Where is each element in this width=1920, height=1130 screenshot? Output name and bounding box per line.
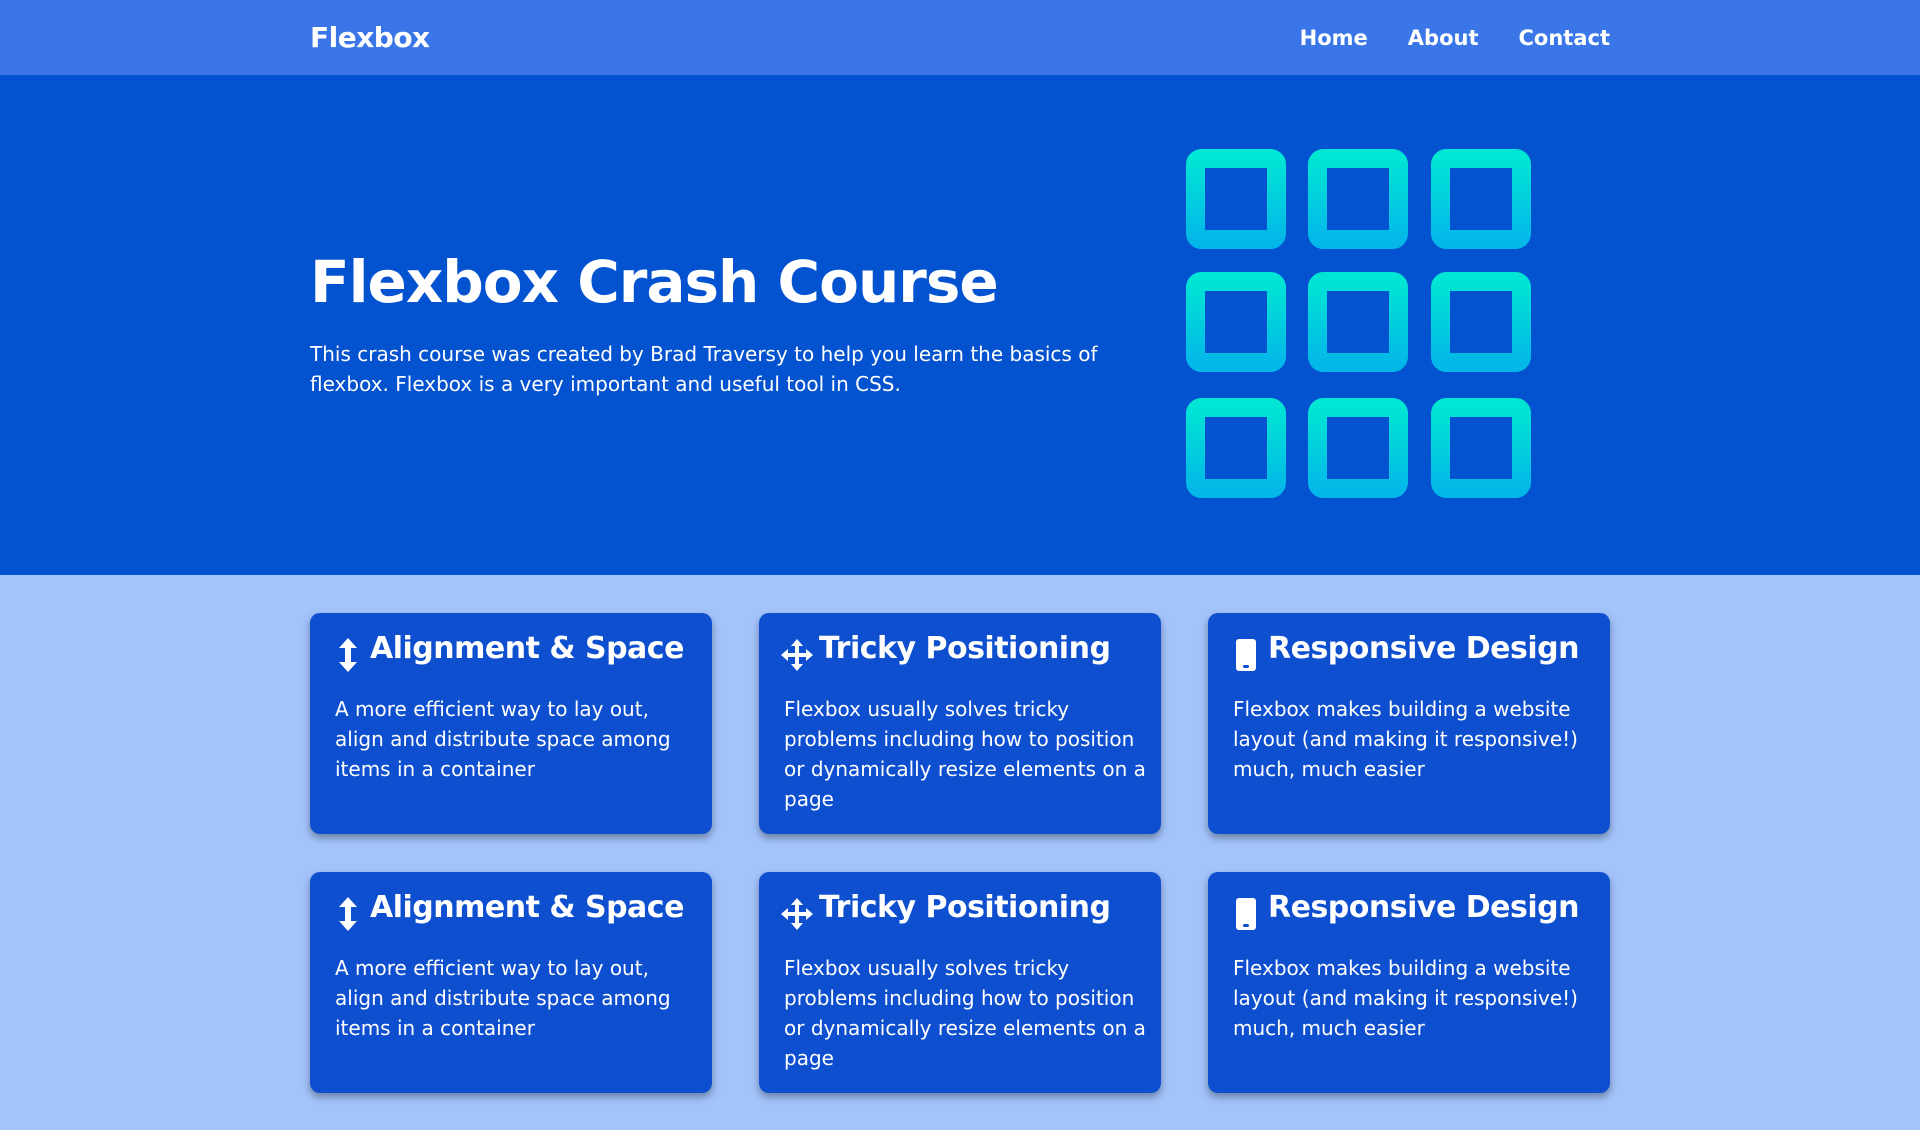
hero-title: Flexbox Crash Course [310, 248, 999, 316]
nav-link-home[interactable]: Home [1300, 26, 1368, 50]
card-responsive-design: Responsive Design Flexbox makes building… [1208, 872, 1610, 1093]
card-title: Responsive Design [1268, 631, 1579, 666]
navbar: Flexbox Home About Contact [0, 0, 1920, 75]
arrows-vertical-icon [332, 896, 364, 932]
card-tricky-positioning: Tricky Positioning Flexbox usually solve… [759, 872, 1161, 1093]
card-text: A more efficient way to lay out, align a… [335, 697, 671, 781]
brand-logo[interactable]: Flexbox [310, 0, 430, 75]
card-text: Flexbox makes building a website layout … [1233, 956, 1578, 1040]
card-tricky-positioning: Tricky Positioning Flexbox usually solve… [759, 613, 1161, 834]
arrows-move-icon [781, 896, 813, 932]
card-title: Tricky Positioning [819, 890, 1111, 925]
nav-link-about[interactable]: About [1408, 26, 1479, 50]
grid-illustration-icon [1186, 149, 1531, 498]
card-text: Flexbox usually solves tricky problems i… [784, 956, 1146, 1070]
card-text: Flexbox makes building a website layout … [1233, 697, 1578, 781]
mobile-phone-icon [1230, 896, 1262, 932]
card-title: Alignment & Space [370, 631, 684, 666]
card-text: Flexbox usually solves tricky problems i… [784, 697, 1146, 811]
nav-link-contact[interactable]: Contact [1519, 26, 1611, 50]
hero-section: Flexbox Crash Course This crash course w… [0, 75, 1920, 575]
card-title: Responsive Design [1268, 890, 1579, 925]
arrows-move-icon [781, 637, 813, 673]
card-title: Tricky Positioning [819, 631, 1111, 666]
mobile-phone-icon [1230, 637, 1262, 673]
arrows-vertical-icon [332, 637, 364, 673]
nav-links: Home About Contact [1300, 0, 1610, 75]
card-title: Alignment & Space [370, 890, 684, 925]
card-alignment-space: Alignment & Space A more efficient way t… [310, 613, 712, 834]
hero-description: This crash course was created by Brad Tr… [310, 342, 1098, 396]
card-text: A more efficient way to lay out, align a… [335, 956, 671, 1040]
card-alignment-space: Alignment & Space A more efficient way t… [310, 872, 712, 1093]
card-responsive-design: Responsive Design Flexbox makes building… [1208, 613, 1610, 834]
